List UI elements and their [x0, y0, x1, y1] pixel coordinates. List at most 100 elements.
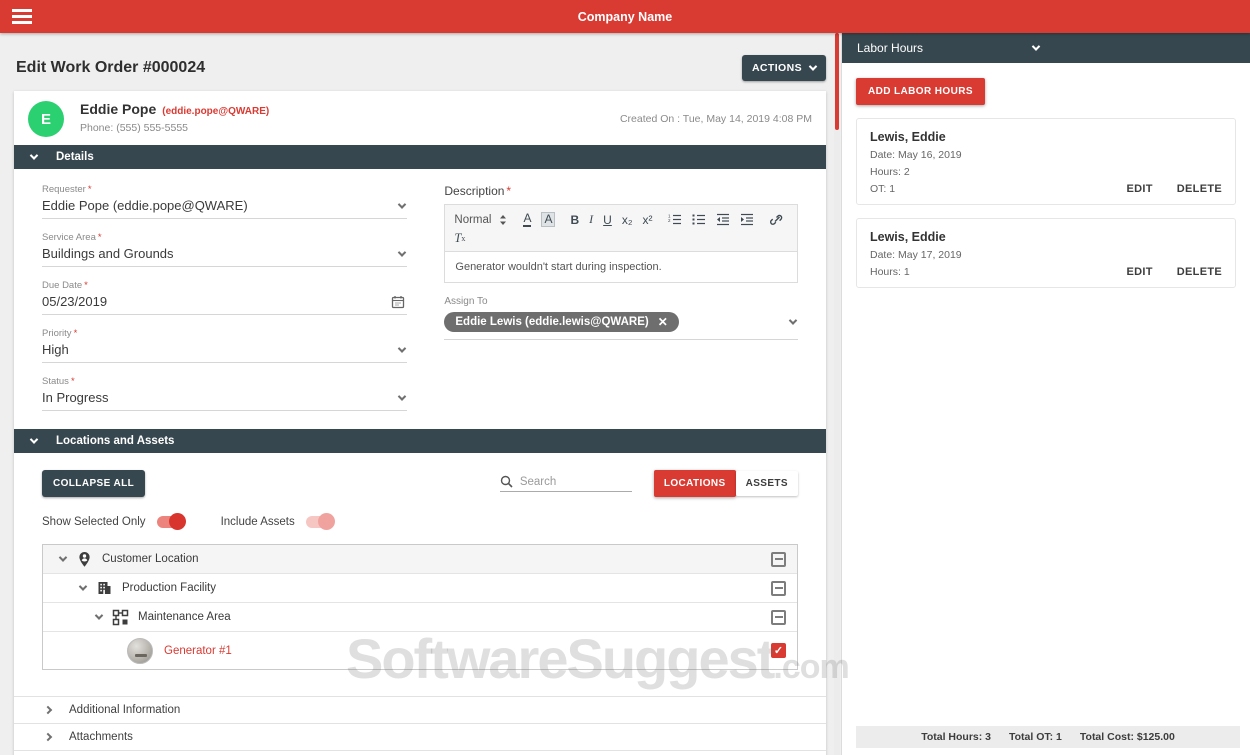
text-color-icon[interactable]: A	[523, 212, 532, 228]
chevron-down-icon[interactable]	[94, 611, 104, 620]
calendar-icon[interactable]	[391, 295, 405, 309]
chevron-down-icon[interactable]	[58, 553, 68, 562]
edit-button[interactable]: EDIT	[1127, 266, 1153, 278]
requester-email: (eddie.pope@QWARE)	[162, 106, 270, 117]
highlight-color-icon[interactable]: A	[541, 212, 556, 228]
status-select[interactable]: In Progress	[42, 387, 408, 411]
labor-hours-title: Labor Hours	[857, 41, 924, 55]
status-select-value: In Progress	[42, 390, 109, 405]
labor-entry-hours: Hours: 2	[870, 166, 910, 178]
scrollbar-track[interactable]	[834, 33, 840, 755]
requester-name: Eddie Pope	[80, 101, 157, 117]
include-assets-label: Include Assets	[220, 516, 295, 528]
details-section-header[interactable]: Details	[14, 145, 826, 169]
additional-information-section[interactable]: Additional Information	[14, 696, 826, 723]
labor-entry-name: Lewis, Eddie	[870, 130, 946, 144]
delete-button[interactable]: DELETE	[1177, 266, 1222, 278]
superscript-icon[interactable]: x²	[643, 213, 653, 227]
add-labor-hours-button[interactable]: ADD LABOR HOURS	[856, 78, 985, 105]
details-section-label: Details	[56, 151, 94, 163]
tree-row-customer-location[interactable]: Customer Location	[43, 545, 797, 574]
show-selected-only-toggle[interactable]	[156, 513, 186, 530]
close-icon[interactable]: ✕	[658, 316, 668, 328]
labor-entry-card: Lewis, Eddie Date: May 17, 2019 Hours: 1…	[856, 218, 1236, 288]
tree-label: Production Facility	[122, 582, 216, 594]
created-on-text: Created On : Tue, May 14, 2019 4:08 PM	[619, 113, 812, 125]
actions-button[interactable]: ACTIONS	[741, 55, 826, 81]
total-ot: Total OT: 1	[1009, 731, 1062, 743]
location-search	[499, 475, 632, 492]
updown-arrows-icon	[500, 214, 507, 225]
location-tree: Customer Location Production Facility Ma…	[42, 544, 798, 670]
ordered-list-icon[interactable]: 12	[668, 213, 682, 226]
locations-section-header[interactable]: Locations and Assets	[14, 429, 826, 453]
labor-hours-header[interactable]: Labor Hours	[842, 33, 1250, 63]
due-date-field-label: Due Date *	[42, 280, 88, 291]
show-selected-only-label: Show Selected Only	[42, 516, 146, 528]
priority-select[interactable]: High	[42, 339, 408, 363]
tree-row-generator-1[interactable]: Generator #1 ✓	[43, 632, 797, 669]
assign-to-select[interactable]: Eddie Lewis (eddie.lewis@QWARE) ✕	[444, 307, 798, 341]
indent-icon[interactable]	[740, 213, 754, 226]
checkbox-indeterminate[interactable]	[771, 580, 786, 596]
search-input[interactable]	[519, 475, 620, 488]
assets-tab-button[interactable]: ASSETS	[735, 471, 798, 496]
service-area-select[interactable]: Buildings and Grounds	[42, 243, 408, 267]
delete-button[interactable]: DELETE	[1177, 183, 1222, 195]
editor-toolbar: Normal A A B I U x₂ x² 1 2 T x	[445, 205, 797, 253]
underline-icon[interactable]: U	[603, 213, 612, 227]
requester-phone: Phone: (555) 555-5555	[80, 122, 188, 134]
chevron-down-icon[interactable]	[78, 582, 88, 591]
checkbox-checked[interactable]: ✓	[771, 643, 786, 658]
requester-select[interactable]: Eddie Pope (eddie.pope@QWARE)	[42, 195, 408, 219]
assignee-chip: Eddie Lewis (eddie.lewis@QWARE) ✕	[444, 312, 679, 333]
clear-formatting-icon[interactable]: Tx	[454, 231, 465, 246]
chevron-down-icon	[1031, 42, 1041, 51]
chevron-down-icon	[788, 316, 798, 326]
labor-entry-hours: Hours: 1	[870, 266, 910, 278]
total-cost: Total Cost: $125.00	[1079, 731, 1175, 743]
chevron-right-icon	[43, 705, 53, 715]
edit-button[interactable]: EDIT	[1127, 183, 1153, 195]
include-assets-toggle[interactable]	[305, 513, 335, 530]
locations-section-label: Locations and Assets	[56, 435, 175, 447]
company-name-title: Company Name	[577, 9, 673, 24]
locations-tab-button[interactable]: LOCATIONS	[653, 470, 736, 497]
priority-field-label: Priority *	[42, 328, 78, 339]
link-icon[interactable]	[769, 213, 783, 227]
bold-icon[interactable]: B	[570, 213, 579, 227]
description-input[interactable]: Generator wouldn't start during inspecti…	[445, 252, 797, 283]
total-hours: Total Hours: 3	[921, 731, 991, 743]
checkbox-indeterminate[interactable]	[771, 609, 786, 625]
actions-button-label: ACTIONS	[751, 62, 802, 74]
requester-summary: E Eddie Pope (eddie.pope@QWARE) Phone: (…	[14, 91, 826, 145]
status-field-label: Status *	[42, 376, 75, 387]
scrollbar-thumb[interactable]	[835, 33, 839, 130]
chevron-down-icon	[398, 199, 407, 209]
collapse-all-button[interactable]: COLLAPSE ALL	[42, 470, 146, 497]
chevron-down-icon	[29, 435, 39, 444]
due-date-value: 05/23/2019	[42, 294, 108, 309]
top-app-bar: Company Name	[0, 0, 1250, 33]
app-window: Company Name Edit Work Order #000024 ACT…	[0, 0, 1250, 755]
svg-text:2: 2	[668, 218, 671, 223]
paragraph-style-value: Normal	[454, 213, 492, 226]
outdent-icon[interactable]	[716, 213, 730, 226]
italic-icon[interactable]: I	[589, 212, 593, 227]
page-title: Edit Work Order #000024	[16, 59, 206, 76]
tree-row-maintenance-area[interactable]: Maintenance Area	[43, 603, 797, 632]
tree-row-production-facility[interactable]: Production Facility	[43, 574, 797, 603]
service-area-select-value: Buildings and Grounds	[42, 246, 174, 261]
service-area-field-label: Service Area *	[42, 232, 102, 243]
due-date-field[interactable]: 05/23/2019	[42, 291, 408, 315]
workflow-icon	[112, 609, 129, 626]
attachments-section[interactable]: Attachments	[14, 723, 826, 750]
labor-hours-panel: Labor Hours ADD LABOR HOURS Lewis, Eddie…	[841, 33, 1250, 755]
paragraph-style-dropdown[interactable]: Normal	[454, 214, 507, 226]
chevron-down-icon	[808, 62, 818, 71]
subscript-icon[interactable]: x₂	[622, 213, 633, 227]
checkbox-indeterminate[interactable]	[771, 551, 786, 567]
labor-entry-card: Lewis, Eddie Date: May 16, 2019 Hours: 2…	[856, 118, 1236, 205]
bullet-list-icon[interactable]	[692, 213, 706, 226]
requester-field-label: Requester *	[42, 184, 92, 195]
